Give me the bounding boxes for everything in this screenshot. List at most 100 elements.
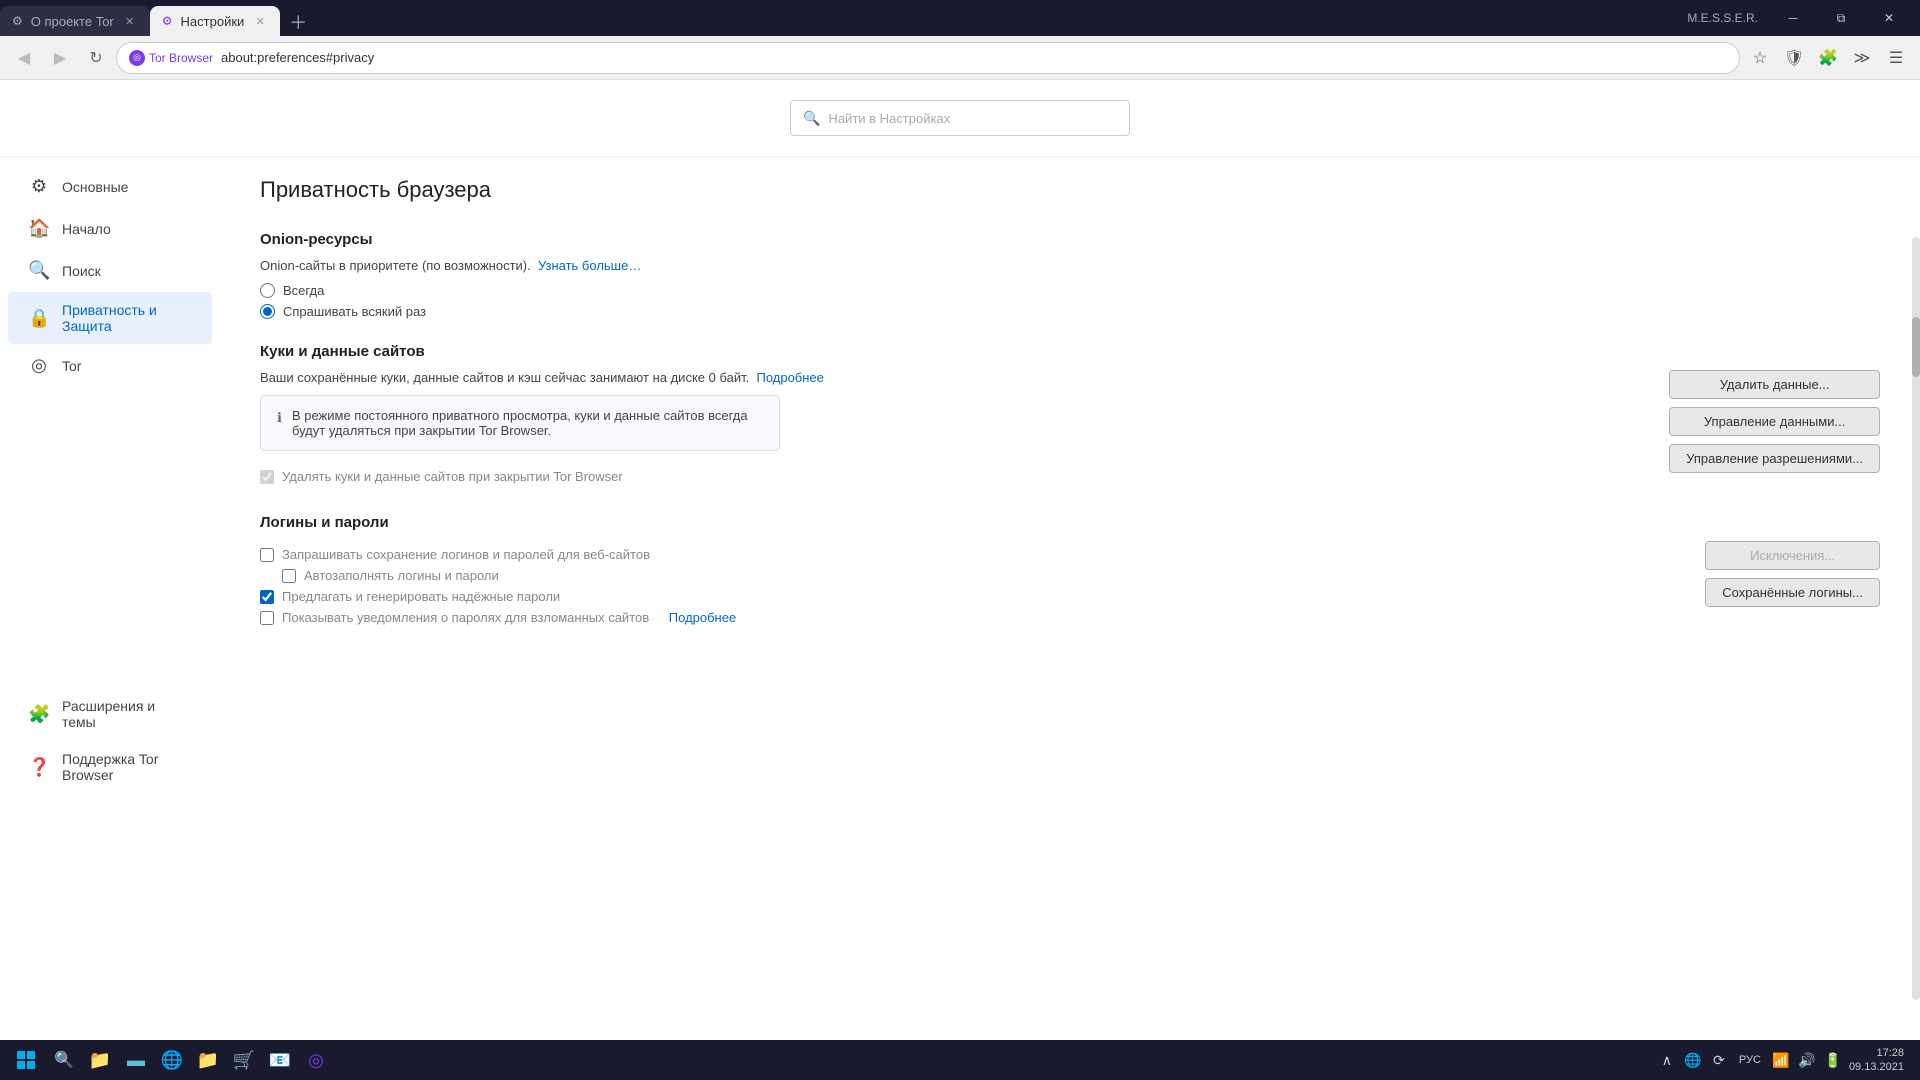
cookies-desc: Ваши сохранённые куки, данные сайтов и к…	[260, 370, 1645, 385]
breach-learn-more-link[interactable]: Подробнее	[669, 610, 736, 625]
tray-clock[interactable]: 17:28 09.13.2021	[1849, 1046, 1904, 1075]
onion-section: Onion-ресурсы Onion-сайты в приоритете (…	[260, 231, 1880, 319]
onion-radio-group: Всегда Спрашивать всякий раз	[260, 283, 1880, 319]
taskbar-widgets-icon[interactable]: ▬	[120, 1044, 152, 1076]
titlebar: ⚙ О проекте Tor ✕ ⚙ Настройки ✕ ＋ M.E.S.…	[0, 0, 1920, 36]
windows-logo-icon	[16, 1050, 36, 1070]
cookies-info-box: ℹ В режиме постоянного приватного просмо…	[260, 395, 780, 451]
sidebar-item-extensions[interactable]: 🧩 Расширения и темы	[8, 688, 212, 740]
onion-ask-option[interactable]: Спрашивать всякий раз	[260, 304, 1880, 319]
breach-checkbox[interactable]	[260, 611, 274, 625]
taskbar: 🔍 📁 ▬ 🌐 📁 🛒 📧 ◎ ∧ 🌐 ⟳ РУС 📶 🔊 🔋 17:28 09…	[0, 1040, 1920, 1080]
onion-learn-more-link[interactable]: Узнать больше…	[538, 258, 641, 273]
tab-strip: ⚙ О проекте Tor ✕ ⚙ Настройки ✕ ＋	[0, 0, 1687, 36]
overflow-btn[interactable]: ≫	[1846, 42, 1878, 74]
cookies-clear-checkbox[interactable]	[260, 470, 274, 484]
tab-about-tor[interactable]: ⚙ О проекте Tor ✕	[0, 6, 150, 36]
onion-always-label: Всегда	[283, 283, 324, 298]
suggest-checkbox[interactable]	[260, 590, 274, 604]
taskbar-store-icon[interactable]: 🛒	[228, 1044, 260, 1076]
delete-data-btn[interactable]: Удалить данные...	[1669, 370, 1880, 399]
minimize-btn[interactable]: ─	[1770, 0, 1816, 36]
sidebar-item-support[interactable]: ❓ Поддержка Tor Browser	[8, 741, 212, 793]
saved-logins-btn[interactable]: Сохранённые логины...	[1705, 578, 1880, 607]
tor-badge: ◎ Tor Browser	[129, 50, 213, 66]
taskbar-tor-icon[interactable]: ◎	[300, 1044, 332, 1076]
tab-label: О проекте Tor	[31, 14, 114, 29]
taskbar-tray: ∧ 🌐 ⟳ РУС 📶 🔊 🔋 17:28 09.13.2021	[1657, 1046, 1912, 1075]
navbar: ◀ ▶ ↻ ◎ Tor Browser ☆ 🛡 🧩 ≫ ☰	[0, 36, 1920, 80]
forward-btn[interactable]: ▶	[44, 42, 76, 74]
sidebar-item-extensions-label: Расширения и темы	[62, 698, 192, 730]
extension-btn[interactable]: 🧩	[1812, 42, 1844, 74]
sidebar: ⚙ Основные 🏠 Начало 🔍 Поиск 🔒 Приватност…	[0, 157, 220, 1040]
scrollbar[interactable]	[1912, 237, 1920, 1000]
suggest-checkbox-item[interactable]: Предлагать и генерировать надёжные парол…	[260, 589, 1681, 604]
address-input[interactable]	[221, 50, 1727, 65]
tray-wifi-icon[interactable]: 📶	[1771, 1050, 1791, 1070]
taskbar-mail-icon[interactable]: 📧	[264, 1044, 296, 1076]
back-btn[interactable]: ◀	[8, 42, 40, 74]
ask-save-checkbox-item[interactable]: Запрашивать сохранение логинов и паролей…	[260, 547, 1681, 562]
breach-checkbox-item[interactable]: Показывать уведомления о паролях для взл…	[260, 610, 1681, 625]
tray-network-icon[interactable]: 🌐	[1683, 1050, 1703, 1070]
exceptions-btn[interactable]: Исключения...	[1705, 541, 1880, 570]
passwords-buttons: Исключения... Сохранённые логины...	[1705, 541, 1880, 607]
address-bar[interactable]: ◎ Tor Browser	[116, 42, 1740, 74]
tray-update-icon[interactable]: ⟳	[1709, 1050, 1729, 1070]
ask-save-checkbox[interactable]	[260, 548, 274, 562]
passwords-layout: Запрашивать сохранение логинов и паролей…	[260, 541, 1880, 631]
autofill-checkbox[interactable]	[282, 569, 296, 583]
sidebar-item-privacy-label: Приватность и Защита	[62, 302, 192, 334]
sidebar-item-general-label: Основные	[62, 179, 128, 195]
reload-btn[interactable]: ↻	[80, 42, 112, 74]
scrollbar-thumb[interactable]	[1912, 317, 1920, 377]
sidebar-item-general[interactable]: ⚙ Основные	[8, 166, 212, 207]
page-title: Приватность браузера	[260, 177, 1880, 203]
tray-chevron-icon[interactable]: ∧	[1657, 1050, 1677, 1070]
sidebar-item-search-label: Поиск	[62, 263, 101, 279]
cookies-layout: Ваши сохранённые куки, данные сайтов и к…	[260, 370, 1880, 490]
taskbar-browser-icon[interactable]: 🌐	[156, 1044, 188, 1076]
tab-close-btn[interactable]: ✕	[122, 13, 138, 29]
close-btn[interactable]: ✕	[1866, 0, 1912, 36]
taskbar-search-btn[interactable]: 🔍	[48, 1044, 80, 1076]
shield-btn[interactable]: 🛡	[1778, 42, 1810, 74]
cookies-clear-label: Удалять куки и данные сайтов при закрыти…	[282, 469, 623, 484]
onion-ask-radio[interactable]	[260, 304, 275, 319]
menu-btn[interactable]: ☰	[1880, 42, 1912, 74]
new-tab-btn[interactable]: ＋	[284, 8, 312, 36]
suggest-label: Предлагать и генерировать надёжные парол…	[282, 589, 560, 604]
home-icon: 🏠	[28, 218, 50, 239]
bookmark-btn[interactable]: ☆	[1744, 42, 1776, 74]
onion-always-radio[interactable]	[260, 283, 275, 298]
cookies-clear-checkbox-item[interactable]: Удалять куки и данные сайтов при закрыти…	[260, 469, 1645, 484]
autofill-checkbox-item[interactable]: Автозаполнять логины и пароли	[282, 568, 1681, 583]
tab-settings[interactable]: ⚙ Настройки ✕	[150, 6, 281, 36]
tray-lang-icon[interactable]: РУС	[1735, 1050, 1765, 1070]
cookies-details-link[interactable]: Подробнее	[756, 370, 823, 385]
cookies-info-text: В режиме постоянного приватного просмотр…	[292, 408, 763, 438]
manage-perms-btn[interactable]: Управление разрешениями...	[1669, 444, 1880, 473]
tab-icon: ⚙	[12, 14, 23, 28]
restore-btn[interactable]: ⧉	[1818, 0, 1864, 36]
sidebar-item-tor[interactable]: ◎ Tor	[8, 345, 212, 386]
manage-data-btn[interactable]: Управление данными...	[1669, 407, 1880, 436]
taskbar-file-explorer-icon[interactable]: 📁	[84, 1044, 116, 1076]
sidebar-item-privacy[interactable]: 🔒 Приватность и Защита	[8, 292, 212, 344]
start-btn[interactable]	[8, 1042, 44, 1078]
ask-save-label: Запрашивать сохранение логинов и паролей…	[282, 547, 650, 562]
onion-section-desc: Onion-сайты в приоритете (по возможности…	[260, 258, 1880, 273]
tray-sound-icon[interactable]: 🔊	[1797, 1050, 1817, 1070]
taskbar-folder-icon[interactable]: 📁	[192, 1044, 224, 1076]
search-nav-icon: 🔍	[28, 260, 50, 281]
cookies-section-title: Куки и данные сайтов	[260, 343, 1880, 360]
onion-always-option[interactable]: Всегда	[260, 283, 1880, 298]
sidebar-item-search[interactable]: 🔍 Поиск	[8, 250, 212, 291]
tab-settings-close-btn[interactable]: ✕	[252, 13, 268, 29]
settings-search-box[interactable]: 🔍 Найти в Настройках	[790, 100, 1130, 136]
extensions-icon: 🧩	[28, 704, 50, 725]
cookies-buttons: Удалить данные... Управление данными... …	[1669, 370, 1880, 473]
sidebar-item-home[interactable]: 🏠 Начало	[8, 208, 212, 249]
tray-battery-icon[interactable]: 🔋	[1823, 1050, 1843, 1070]
